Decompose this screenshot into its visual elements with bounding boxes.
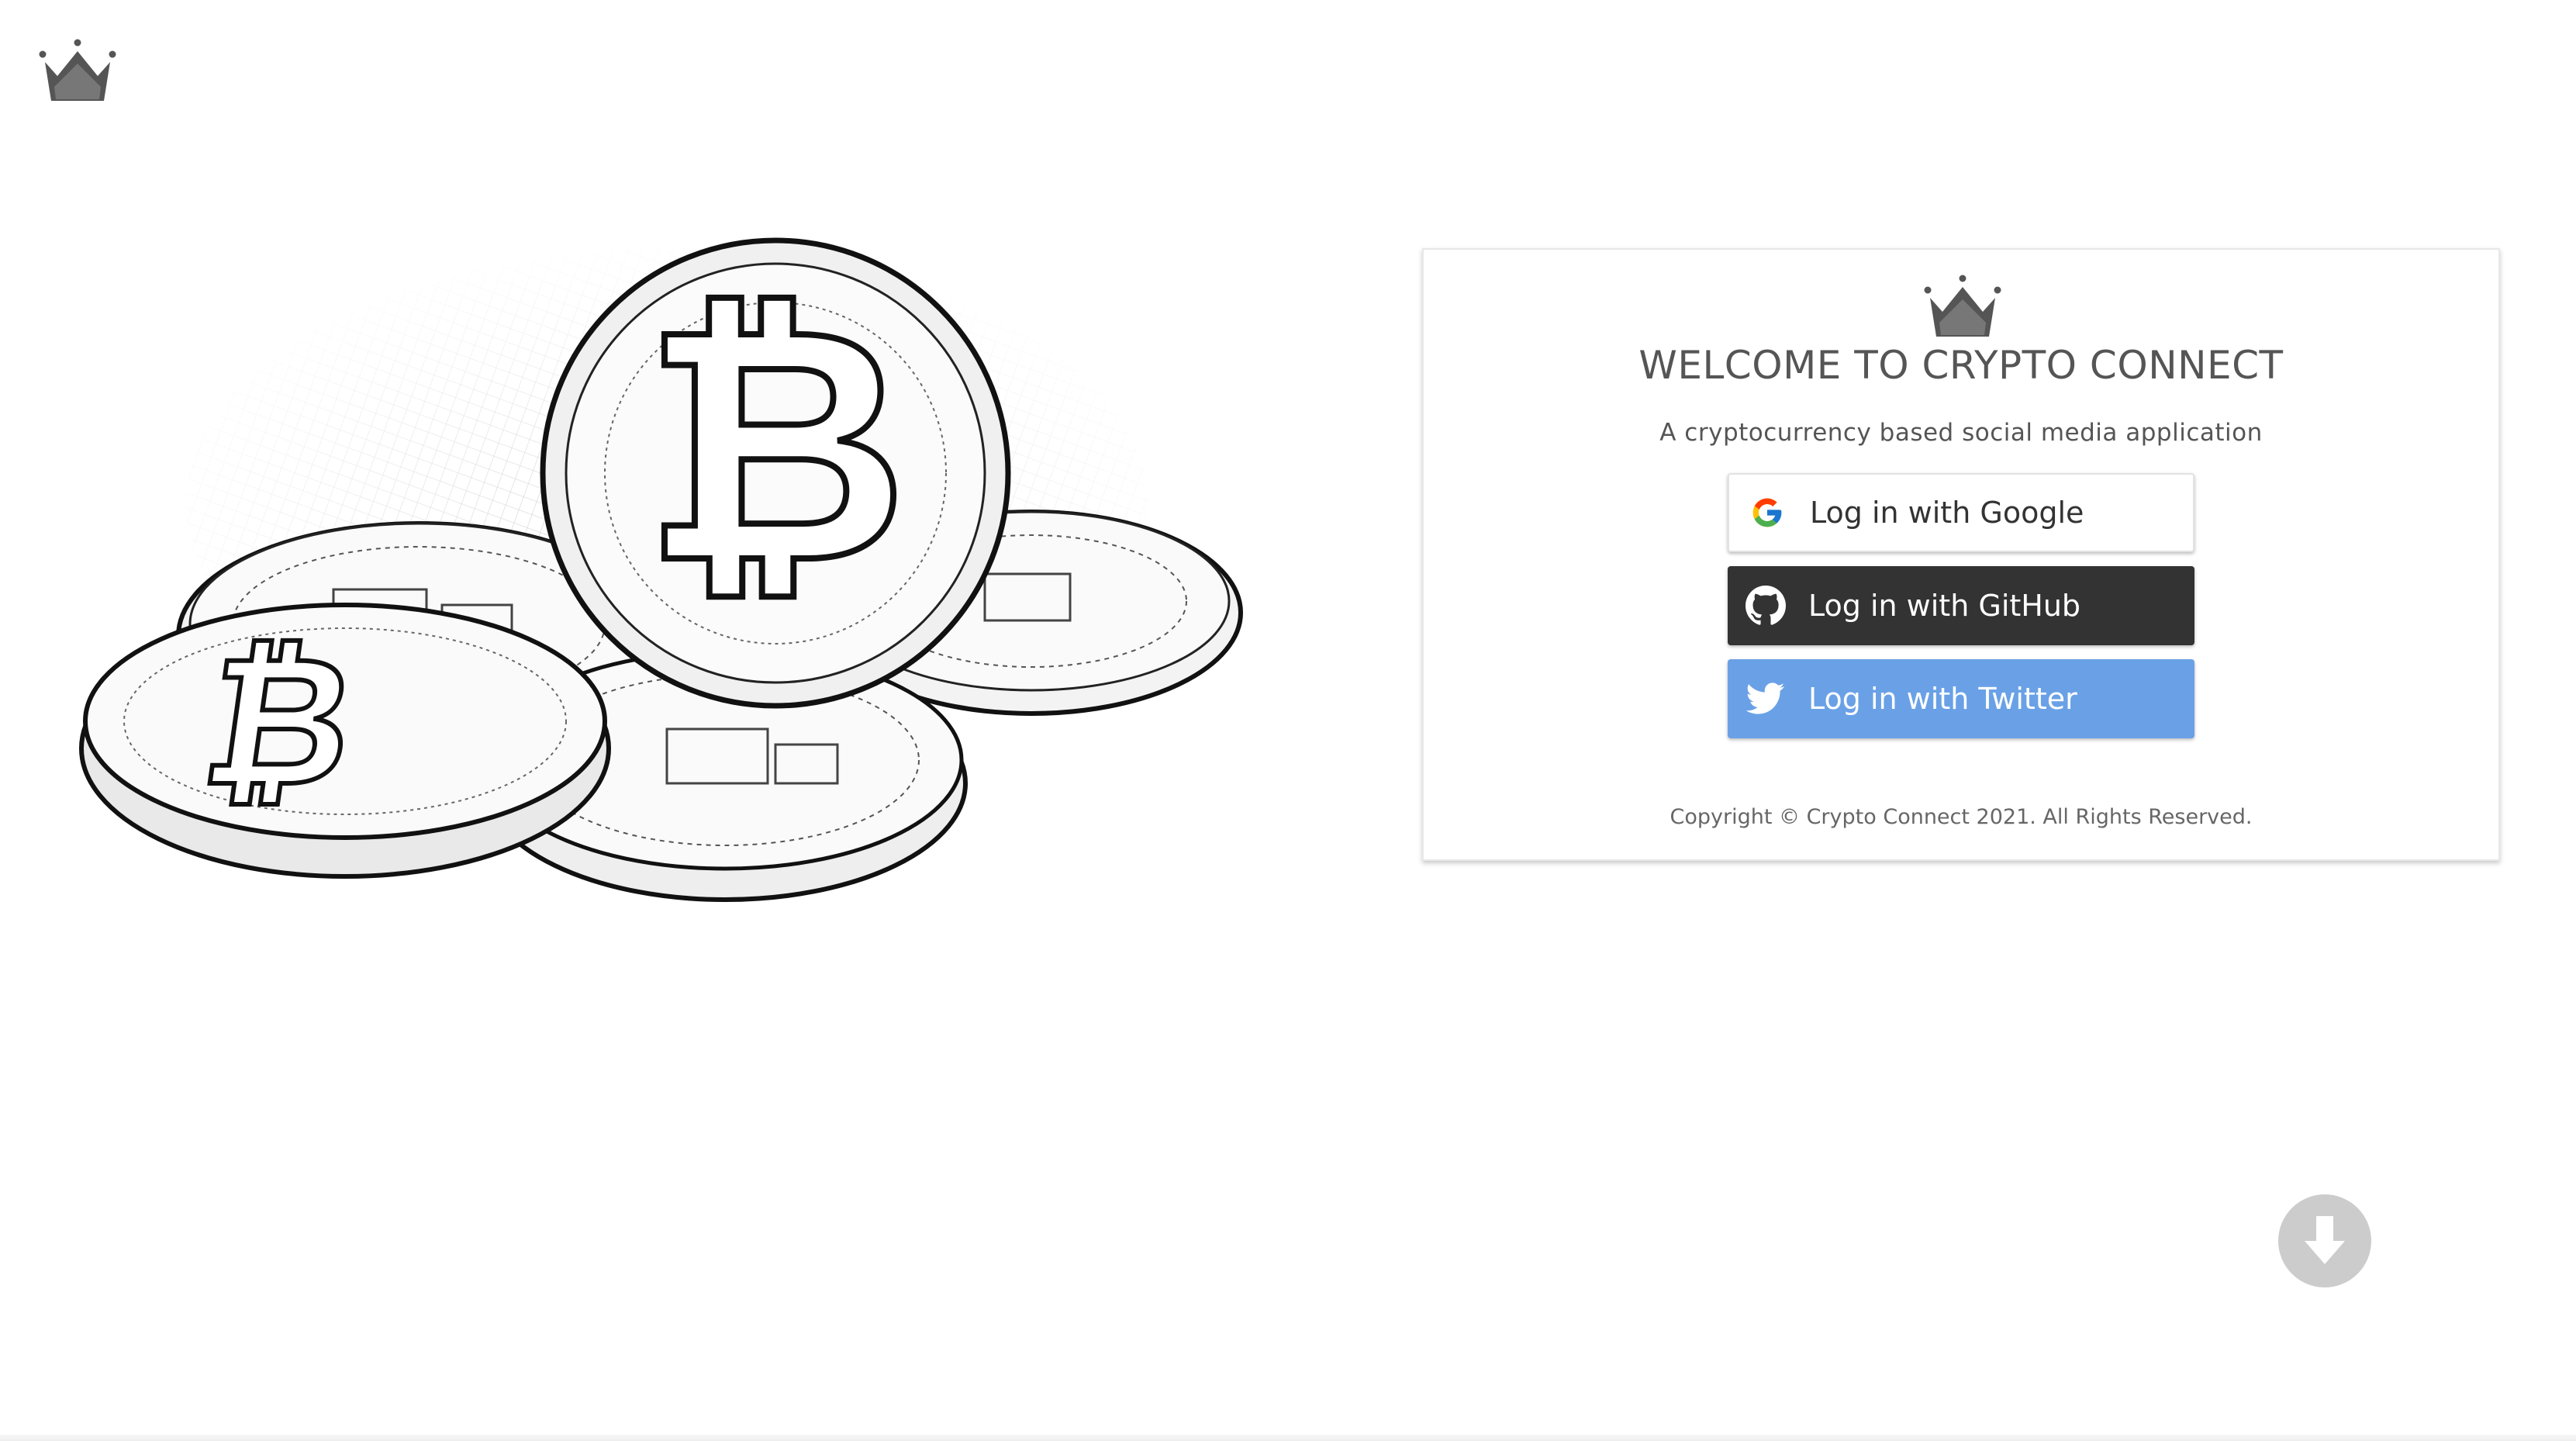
- page-title: WELCOME TO CRYPTO CONNECT: [1638, 343, 2284, 388]
- svg-text:₿: ₿: [192, 617, 367, 826]
- login-page: ₿ ₿ WELCOME TO CRYPTO CONNECT A cryptocu…: [0, 0, 2576, 1441]
- login-card: WELCOME TO CRYPTO CONNECT A cryptocurren…: [1422, 248, 2500, 861]
- twitter-icon: [1745, 678, 1787, 720]
- twitter-login-label: Log in with Twitter: [1808, 682, 2077, 716]
- github-icon: [1745, 585, 1787, 627]
- svg-text:₿: ₿: [643, 257, 908, 636]
- bottom-divider: [0, 1435, 2576, 1441]
- page-subtitle: A cryptocurrency based social media appl…: [1659, 419, 2263, 447]
- google-icon: [1746, 492, 1788, 534]
- scroll-down-button[interactable]: [2278, 1194, 2371, 1287]
- arrow-down-circle-icon: [2305, 1216, 2345, 1264]
- twitter-login-button[interactable]: Log in with Twitter: [1728, 659, 2194, 738]
- coin-standing: ₿: [540, 237, 1011, 709]
- crown-icon[interactable]: [37, 37, 118, 102]
- github-login-label: Log in with GitHub: [1808, 589, 2081, 623]
- github-login-button[interactable]: Log in with GitHub: [1728, 566, 2194, 645]
- google-login-label: Log in with Google: [1810, 496, 2084, 530]
- hero-illustration: ₿ ₿: [79, 233, 1243, 902]
- coin-front-left: ₿: [79, 603, 611, 879]
- google-login-button[interactable]: Log in with Google: [1728, 473, 2194, 552]
- crown-icon: [1924, 275, 2001, 337]
- copyright-text: Copyright © Crypto Connect 2021. All Rig…: [1670, 805, 2253, 829]
